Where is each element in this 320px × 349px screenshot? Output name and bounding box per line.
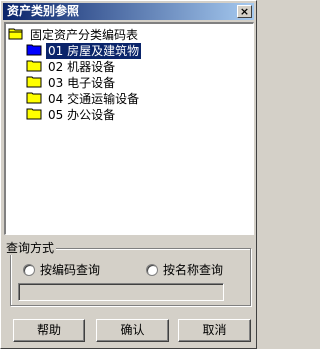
folder-icon	[26, 60, 42, 72]
folder-icon	[26, 76, 42, 88]
tree-item-05[interactable]: 05 办公设备	[26, 106, 117, 122]
folder-open-icon	[8, 28, 23, 40]
query-by-code-label[interactable]: 按编码查询	[40, 263, 100, 277]
tree-item-01[interactable]: 01 房屋及建筑物	[26, 42, 142, 59]
title-bar: 资产类别参照 ×	[3, 3, 254, 20]
query-by-name-label[interactable]: 按名称查询	[163, 263, 223, 277]
tree-root-label: 固定资产分类编码表	[30, 27, 139, 42]
tree-item-label: 05 办公设备	[48, 107, 116, 122]
folder-icon	[26, 44, 42, 56]
query-mode-title: 查询方式	[4, 241, 57, 255]
tree-item-03[interactable]: 03 电子设备	[26, 74, 117, 90]
tree-item-04[interactable]: 04 交通运输设备	[26, 90, 141, 106]
query-by-name-radio[interactable]	[146, 264, 158, 276]
ok-button[interactable]: 确认	[96, 319, 169, 342]
tree-item-label: 01 房屋及建筑物	[46, 42, 142, 59]
window-title: 资产类别参照	[7, 4, 80, 18]
tree-root[interactable]: 固定资产分类编码表	[8, 26, 140, 42]
query-by-code-radio[interactable]	[23, 264, 35, 276]
tree-item-02[interactable]: 02 机器设备	[26, 58, 117, 74]
tree-item-label: 03 电子设备	[48, 75, 116, 90]
folder-icon	[26, 92, 42, 104]
query-input[interactable]	[18, 283, 224, 301]
category-tree[interactable]: 固定资产分类编码表 01 房屋及建筑物 02 机器设备 03 电子设备 04 交…	[4, 22, 254, 235]
close-button[interactable]: ×	[237, 5, 252, 18]
folder-icon	[26, 108, 42, 120]
help-button[interactable]: 帮助	[13, 319, 85, 342]
asset-category-dialog: 资产类别参照 × 固定资产分类编码表 01 房屋及建筑物 02 机器设备 03 …	[0, 0, 257, 349]
tree-item-label: 04 交通运输设备	[48, 91, 140, 106]
tree-item-label: 02 机器设备	[48, 59, 116, 74]
cancel-button[interactable]: 取消	[178, 319, 251, 342]
